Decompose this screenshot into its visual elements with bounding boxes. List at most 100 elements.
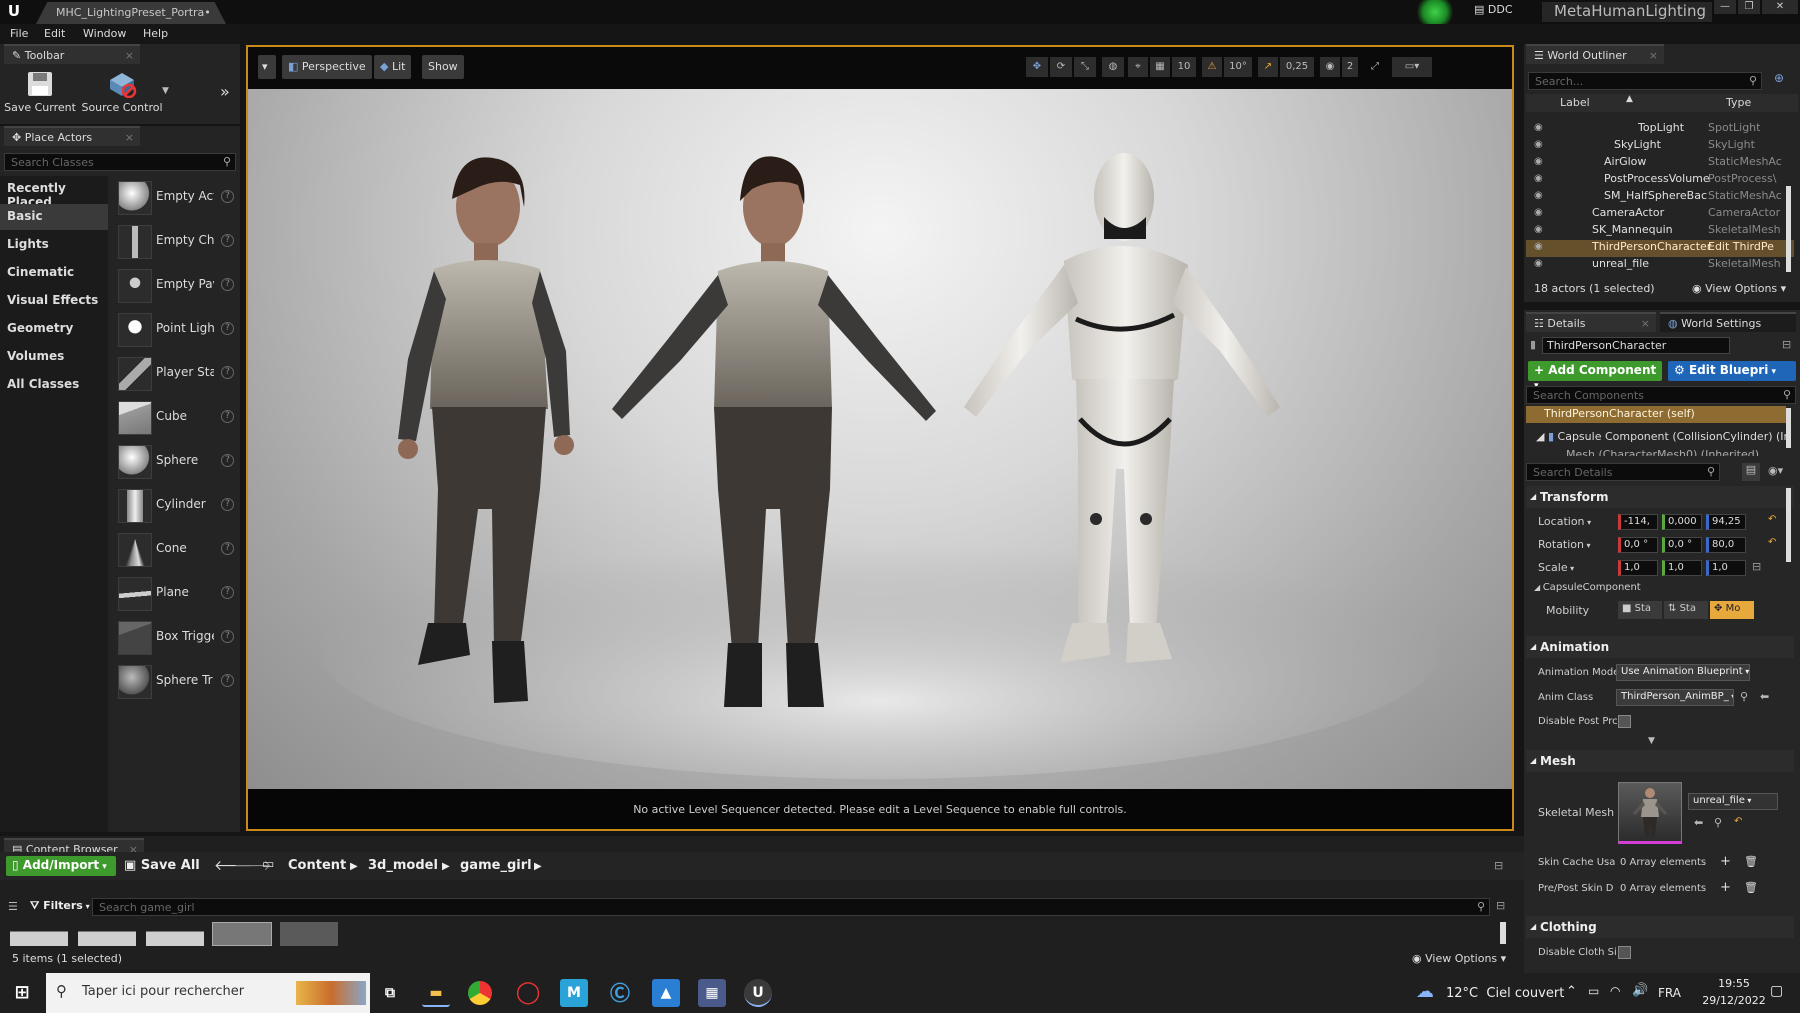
close-button[interactable]: ✕ — [1762, 0, 1798, 14]
outliner-row[interactable]: ◉ SkyLight SkyLight — [1526, 138, 1794, 155]
use-selected-icon[interactable]: ⬅ — [1760, 690, 1769, 703]
show-button[interactable]: Show — [422, 55, 464, 79]
rotation-y-field[interactable]: 0,0 ° — [1662, 537, 1702, 553]
folder-icon[interactable]: ▭ — [262, 857, 274, 872]
actor-cube[interactable]: Cube? — [116, 398, 238, 438]
category-basic[interactable]: Basic — [0, 204, 108, 230]
taskbar-time[interactable]: 19:55 — [1704, 977, 1764, 990]
rotation-z-field[interactable]: 80,0 — [1706, 537, 1746, 553]
level-viewport[interactable]: ▾ ◧ Perspective ◆ Lit Show ✥ ⟳ ⤡ ◍ ⌖ ▦ 1… — [246, 45, 1514, 831]
mobility-stationary-button[interactable]: ⇅ Sta — [1664, 601, 1708, 619]
column-type[interactable]: Type — [1726, 96, 1751, 109]
location-x-field[interactable]: -114, — [1618, 514, 1658, 530]
category-volumes[interactable]: Volumes — [0, 344, 108, 370]
add-element-icon[interactable]: + — [1720, 854, 1731, 869]
viewport-options-button[interactable]: ▾ — [258, 55, 276, 79]
actor-cone[interactable]: Cone? — [116, 530, 238, 570]
column-label[interactable]: Label — [1560, 96, 1590, 109]
component-self-row[interactable]: ThirdPersonCharacter (self) — [1526, 406, 1786, 423]
disable-cloth-checkbox[interactable] — [1618, 946, 1631, 959]
actor-plane[interactable]: Plane? — [116, 574, 238, 614]
weather-text[interactable]: 12°C Ciel couvert — [1446, 986, 1564, 1001]
help-icon[interactable]: ? — [221, 322, 234, 335]
category-all-classes[interactable]: All Classes — [0, 372, 108, 398]
help-icon[interactable]: ? — [221, 278, 234, 291]
asset-tile[interactable] — [146, 922, 204, 946]
outliner-scrollbar[interactable] — [1786, 186, 1791, 272]
details-scrollbar[interactable] — [1786, 488, 1791, 562]
reset-mesh-icon[interactable]: ↶ — [1734, 816, 1742, 827]
grid-snap-icon[interactable]: ▦ — [1150, 57, 1170, 77]
details-tab[interactable]: ☷ Details × — [1526, 312, 1656, 332]
source-control-dropdown-icon[interactable]: ▼ — [162, 86, 169, 96]
scale-icon[interactable]: ⤡ — [1074, 57, 1096, 77]
capsule-component-subheader[interactable]: ◢ CapsuleComponent — [1534, 582, 1641, 593]
notifications-icon[interactable]: ▢ — [1770, 983, 1783, 999]
actor-empty-actor[interactable]: Empty Act? — [116, 178, 238, 218]
outliner-row[interactable]: ◉ SM_HalfSphereBackgStaticMeshAc — [1526, 189, 1794, 206]
task-view-icon[interactable]: ⧉ — [376, 979, 404, 1007]
delete-elements-icon[interactable]: 🗑 — [1744, 881, 1758, 894]
photos-icon[interactable]: ▲ — [652, 979, 680, 1007]
maximize-viewport-icon[interactable]: ⤢ — [1366, 57, 1384, 77]
use-selected-asset-icon[interactable]: ⬅ — [1694, 816, 1703, 829]
details-view-options-icon[interactable]: ◉▾ — [1768, 464, 1783, 477]
animation-mode-dropdown[interactable]: Use Animation Blueprint ▾ — [1616, 664, 1750, 681]
object-name-field[interactable]: ThirdPersonCharacter — [1542, 337, 1730, 354]
unreal-engine-taskbar-icon[interactable]: U — [744, 979, 772, 1007]
volume-icon[interactable]: 🔊 — [1632, 983, 1648, 998]
lit-button[interactable]: ◆ Lit — [374, 55, 412, 79]
layout-icon[interactable]: ▭▾ — [1392, 57, 1432, 77]
windows-start-icon[interactable]: ⊞ — [8, 979, 36, 1007]
visibility-eye-icon[interactable]: ◉ — [1534, 122, 1543, 133]
advanced-expand-icon[interactable]: ▼ — [1648, 736, 1655, 746]
lock-icon[interactable]: ⊟ — [1782, 338, 1791, 351]
asset-tile[interactable] — [10, 922, 68, 946]
scale-z-field[interactable]: 1,0 — [1706, 560, 1746, 576]
close-tab-icon[interactable]: × — [125, 49, 134, 62]
expand-arrow-icon[interactable]: ◢ — [1536, 430, 1548, 443]
animation-section[interactable]: ◢ Animation — [1526, 636, 1794, 658]
outliner-search-input[interactable]: Search... ⚲ — [1528, 72, 1762, 90]
world-outliner-tab[interactable]: ☰ World Outliner × — [1526, 44, 1664, 64]
content-view-options[interactable]: ◉ View Options ▾ — [1412, 952, 1506, 965]
place-actors-tab[interactable]: ✥ Place Actors × — [4, 126, 140, 146]
scale-label[interactable]: Scale ▾ — [1538, 561, 1574, 574]
actor-box-trigger[interactable]: Box Trigge? — [116, 618, 238, 658]
add-component-button[interactable]: + Add Component ▾ — [1528, 361, 1662, 391]
actor-sphere[interactable]: Sphere? — [116, 442, 238, 482]
category-cinematic[interactable]: Cinematic — [0, 260, 108, 286]
taskbar-search-box[interactable]: ⚲ Taper ici pour rechercher — [46, 973, 370, 1013]
outliner-view-options[interactable]: ◉ View Options ▾ — [1692, 282, 1786, 295]
file-explorer-icon[interactable]: ▬ — [422, 979, 450, 1007]
chrome-icon[interactable] — [468, 981, 492, 1005]
outliner-options-icon[interactable]: ⊕ — [1774, 71, 1784, 85]
camera-speed-icon[interactable]: ◉ — [1320, 57, 1340, 77]
outliner-row[interactable]: ◉ TopLight SpotLight — [1526, 121, 1794, 138]
world-settings-tab[interactable]: ◍ World Settings — [1660, 312, 1796, 332]
toolbar-tab[interactable]: ✎ Toolbar × — [4, 44, 140, 64]
actor-point-light[interactable]: Point Light? — [116, 310, 238, 350]
transform-section[interactable]: ◢ Transform — [1526, 486, 1794, 508]
help-icon[interactable]: ? — [221, 410, 234, 423]
anim-class-dropdown[interactable]: ThirdPerson_AnimBP_ ▾ — [1616, 689, 1734, 706]
lock-icon[interactable]: ⊟ — [1494, 859, 1503, 872]
visibility-eye-icon[interactable]: ◉ — [1534, 173, 1543, 184]
rotate-icon[interactable]: ⟳ — [1050, 57, 1072, 77]
clothing-section[interactable]: ◢ Clothing — [1526, 916, 1794, 938]
maximize-button[interactable]: ❐ — [1738, 0, 1760, 14]
actor-cylinder[interactable]: Cylinder? — [116, 486, 238, 526]
visibility-eye-icon[interactable]: ◉ — [1534, 258, 1543, 269]
location-z-field[interactable]: 94,25 — [1706, 514, 1746, 530]
category-visual-effects[interactable]: Visual Effects — [0, 288, 108, 314]
viewport-scene[interactable] — [248, 89, 1512, 789]
visibility-eye-icon[interactable]: ◉ — [1534, 224, 1543, 235]
taskbar-date[interactable]: 29/12/2022 — [1696, 994, 1772, 1007]
add-element-icon[interactable]: + — [1720, 880, 1731, 895]
category-geometry[interactable]: Geometry — [0, 316, 108, 342]
content-search-input[interactable]: Search game_girl ⚲ — [92, 898, 1490, 916]
breadcrumb-3d-model[interactable]: 3d_model — [368, 858, 438, 873]
help-icon[interactable]: ? — [221, 586, 234, 599]
help-icon[interactable]: ? — [221, 674, 234, 687]
outliner-row-selected[interactable]: ◉ ThirdPersonCharacter Edit ThirdPe — [1526, 240, 1794, 257]
